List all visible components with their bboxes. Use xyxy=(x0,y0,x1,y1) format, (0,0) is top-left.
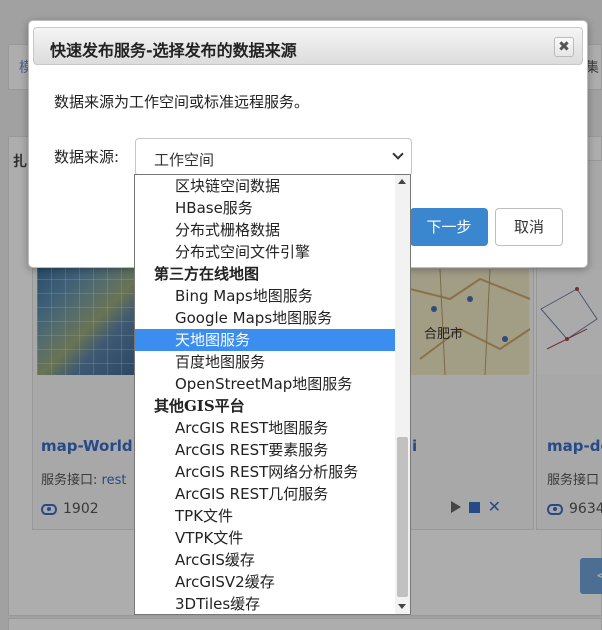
dropdown-option[interactable]: Google Maps地图服务 xyxy=(135,307,396,329)
dropdown-option[interactable]: ArcGIS REST网络分析服务 xyxy=(135,461,396,483)
dropdown-option[interactable]: ArcGIS REST地图服务 xyxy=(135,417,396,439)
dropdown-option[interactable]: 天地图服务 xyxy=(135,329,396,351)
dialog-description: 数据来源为工作空间或标准远程服务。 xyxy=(54,93,310,111)
next-step-button[interactable]: 下一步 xyxy=(410,208,488,246)
dropdown-option[interactable]: 3DTiles缓存 xyxy=(135,593,396,614)
dropdown-group-header: 其他GIS平台 xyxy=(154,397,245,415)
dialog-title: 快速发布服务-选择发布的数据来源 xyxy=(50,41,297,60)
dropdown-option[interactable]: 区块链空间数据 xyxy=(135,175,396,197)
data-source-select[interactable]: 工作空间 xyxy=(135,138,412,176)
dropdown-option[interactable]: 分布式栅格数据 xyxy=(135,219,396,241)
dropdown-option[interactable]: TPK文件 xyxy=(135,505,396,527)
selected-value: 工作空间 xyxy=(154,151,215,169)
chevron-down-icon xyxy=(392,148,404,160)
scrollbar-thumb[interactable] xyxy=(397,437,408,597)
scroll-up-icon[interactable] xyxy=(398,179,406,184)
dropdown-group-header: 第三方在线地图 xyxy=(154,265,260,283)
dropdown-option[interactable]: 百度地图服务 xyxy=(135,351,396,373)
dropdown-option[interactable]: ArcGISV2缓存 xyxy=(135,571,396,593)
dropdown-option[interactable]: OpenStreetMap地图服务 xyxy=(135,373,396,395)
dropdown-option[interactable]: HBase服务 xyxy=(135,197,396,219)
dropdown-option[interactable]: VTPK文件 xyxy=(135,527,396,549)
dropdown-options: 区块链空间数据 HBase服务 分布式栅格数据 分布式空间文件引擎第三方在线地图 Bin… xyxy=(135,175,396,614)
dropdown-option[interactable]: Bing Maps地图服务 xyxy=(135,285,396,307)
close-button[interactable]: ✖ xyxy=(554,37,574,57)
data-source-dropdown-list[interactable]: 区块链空间数据 HBase服务 分布式栅格数据 分布式空间文件引擎第三方在线地图 Bin… xyxy=(134,174,411,615)
dropdown-option[interactable]: ArcGIS缓存 xyxy=(135,549,396,571)
cancel-button[interactable]: 取消 xyxy=(495,208,563,246)
dropdown-option[interactable]: ArcGIS REST要素服务 xyxy=(135,439,396,461)
dialog-header: 快速发布服务-选择发布的数据来源 ✖ xyxy=(33,27,583,65)
dropdown-option[interactable]: ArcGIS REST几何服务 xyxy=(135,483,396,505)
dropdown-scrollbar[interactable] xyxy=(395,175,410,614)
dropdown-option[interactable]: 分布式空间文件引擎 xyxy=(135,241,396,263)
data-source-label: 数据来源: xyxy=(54,148,120,166)
scroll-down-icon[interactable] xyxy=(398,604,406,609)
